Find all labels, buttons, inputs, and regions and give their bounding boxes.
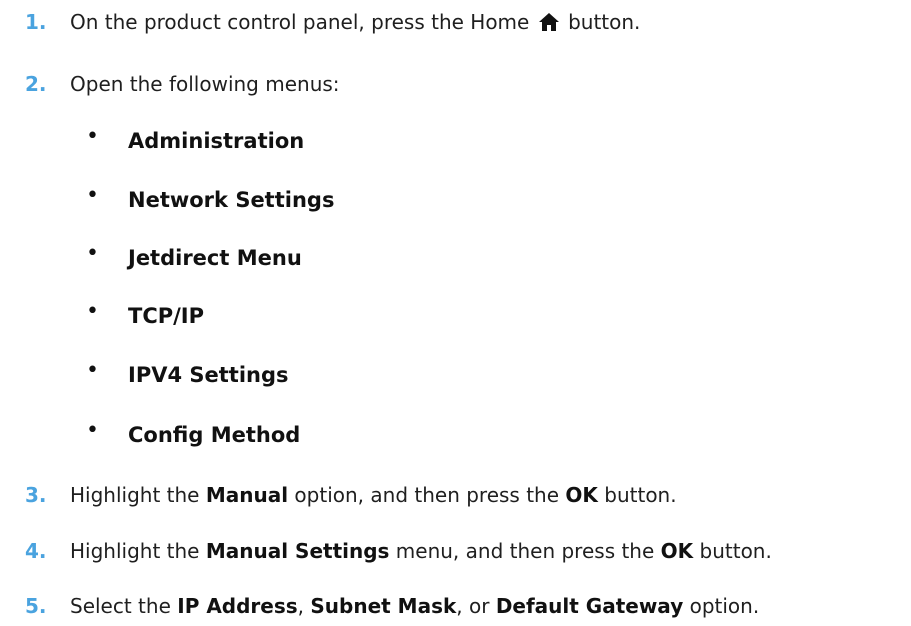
menu-item-label: Jetdirect Menu [128, 246, 302, 270]
ip-address-label: IP Address [177, 594, 298, 618]
step-3-text-d: button. [597, 483, 677, 507]
menu-item-label: Network Settings [128, 188, 335, 212]
ok-button-label: OK [565, 483, 598, 507]
menu-item-label: Administration [128, 129, 305, 153]
step-3-text-a: Highlight the [70, 483, 206, 507]
subnet-mask-label: Subnet Mask [310, 594, 457, 618]
bullet-icon: • [86, 358, 99, 383]
bullet-icon: • [86, 183, 99, 208]
manual-settings-label: Manual Settings [205, 539, 390, 563]
instruction-document: 1. On the product control panel, press t… [0, 0, 911, 626]
step-4-text-c: menu, and then press the [389, 539, 661, 563]
step-5-number: 5. [25, 594, 47, 618]
bullet-icon: • [86, 124, 99, 149]
menu-item-label: IPV4 Settings [128, 363, 289, 387]
step-4-text: Highlight the Manual Settings menu, and … [70, 539, 772, 563]
bullet-icon: • [86, 241, 99, 266]
step-1-number: 1. [25, 10, 47, 34]
step-4-text-d: button. [693, 539, 772, 563]
ok-button-label: OK [660, 539, 694, 563]
step-5-text-a: Select the [70, 594, 178, 618]
bullet-icon: • [86, 418, 99, 443]
home-icon [538, 13, 559, 31]
step-5-text-d: , or [456, 594, 496, 618]
step-3-text-c: option, and then press the [288, 483, 566, 507]
step-5-text-c: , [297, 594, 311, 618]
menu-item-label: TCP/IP [128, 304, 205, 328]
step-4-number: 4. [25, 539, 47, 563]
step-5-text: Select the IP Address, Subnet Mask, or D… [70, 594, 759, 618]
step-2-number: 2. [25, 72, 47, 96]
step-3-text: Highlight the Manual option, and then pr… [70, 483, 677, 507]
default-gateway-label: Default Gateway [495, 594, 684, 618]
step-1-text: On the product control panel, press the … [70, 10, 640, 34]
step-4-text-a: Highlight the [70, 539, 206, 563]
step-5-text-e: option. [683, 594, 760, 618]
step-3-number: 3. [25, 483, 47, 507]
bullet-icon: • [86, 299, 99, 324]
menu-item-label: Config Method [128, 423, 301, 447]
manual-option-label: Manual [205, 483, 289, 507]
step-2-text: Open the following menus: [70, 72, 340, 96]
step-1-text-b: button. [568, 10, 641, 34]
step-1-text-a: On the product control panel, press the … [70, 10, 530, 34]
